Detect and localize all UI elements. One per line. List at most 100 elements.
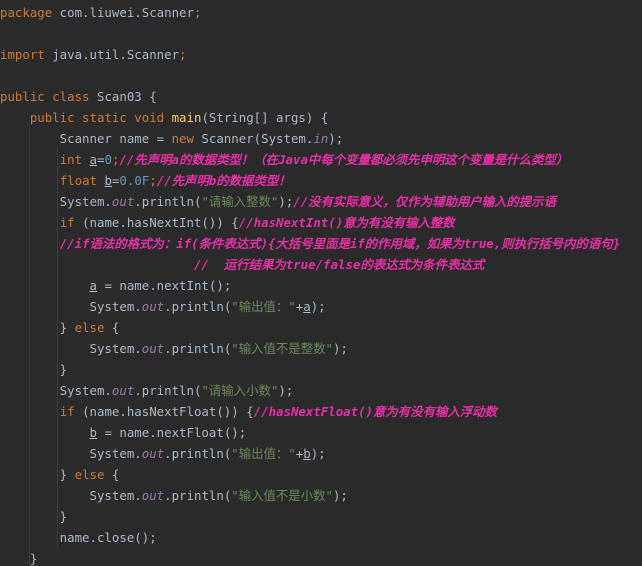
code-token: out: [141, 488, 165, 503]
code-token: (name.hasNextInt()) {: [74, 215, 239, 230]
code-token: else: [74, 320, 105, 335]
code-token: //hasNextFloat()意为有没有输入浮动数: [253, 404, 497, 419]
code-token: ;: [193, 5, 202, 20]
code-token: .println(: [164, 446, 232, 461]
code-line: }: [0, 506, 67, 527]
code-token: "输入值不是整数": [231, 341, 333, 356]
code-token: .println(: [134, 383, 202, 398]
code-token: (name.hasNextFloat()) {: [74, 404, 254, 419]
code-line: //if语法的格式为：if(条件表达式){大括号里面是if的作用域，如果为tru…: [0, 233, 621, 254]
code-token: in: [313, 131, 329, 146]
code-line: public static void main(String[] args) {: [0, 107, 328, 128]
code-line: } else {: [0, 317, 120, 338]
code-token: b: [104, 173, 112, 188]
code-token: System.: [0, 341, 142, 356]
code-token: 0: [104, 152, 112, 167]
code-line: } else {: [0, 464, 120, 485]
code-line: import java.util.Scanner;: [0, 44, 187, 65]
code-line: if (name.hasNextInt()) {//hasNextInt()意为…: [0, 212, 455, 233]
code-token: Scanner name =: [0, 131, 172, 146]
code-token: //先声明a的数据类型！（在Java中每个变量都必须先申明这个变量是什么类型）: [119, 152, 569, 167]
code-line: package com.liuwei.Scanner;: [0, 2, 201, 23]
code-token: System.: [0, 383, 112, 398]
code-token: b: [89, 425, 97, 440]
code-line: System.out.println("请输入整数");//没有实际意义，仅作为…: [0, 191, 556, 212]
code-token: = name.nextFloat();: [97, 425, 247, 440]
code-line: float b=0.0F;//先声明b的数据类型！: [0, 170, 291, 191]
code-token: {: [104, 467, 120, 482]
code-token: int: [59, 152, 83, 167]
code-token: 0.0F: [119, 173, 150, 188]
code-token: = name.nextInt();: [97, 278, 232, 293]
code-line: int a=0;//先声明a的数据类型！（在Java中每个变量都必须先申明这个变…: [0, 149, 568, 170]
code-token: //没有实际意义，仅作为辅助用户输入的提示语: [293, 194, 556, 209]
code-token: public static void: [29, 110, 165, 125]
code-line: System.out.println("输出值："+a);: [0, 296, 326, 317]
code-token: );: [332, 488, 348, 503]
code-line: }: [0, 359, 67, 380]
code-token: System.: [0, 488, 142, 503]
code-token: "请输入整数": [201, 194, 279, 209]
code-token: }: [0, 362, 68, 377]
code-token: System.: [0, 446, 142, 461]
code-token: .println(: [164, 341, 232, 356]
code-token: "请输入小数": [201, 383, 279, 398]
code-token: //hasNextInt()意为有没有输入整数: [238, 215, 455, 230]
code-line: Scanner name = new Scanner(System.in);: [0, 128, 344, 149]
code-token: out: [111, 194, 135, 209]
code-token: import: [0, 47, 45, 62]
code-token: "输入值不是小数": [231, 488, 333, 503]
code-token: .println(: [164, 299, 232, 314]
code-token: );: [310, 446, 326, 461]
code-token: com.liuwei.Scanner: [52, 5, 194, 20]
code-token: (String[] args) {: [201, 110, 329, 125]
code-token: public class: [0, 89, 90, 104]
code-editor[interactable]: package com.liuwei.Scanner; import java.u…: [0, 0, 642, 566]
code-token: ;: [149, 173, 157, 188]
code-token: }: [0, 509, 68, 524]
code-line: b = name.nextFloat();: [0, 422, 247, 443]
code-line: }: [0, 548, 37, 566]
code-token: name.close();: [0, 530, 157, 545]
code-token: a: [89, 278, 97, 293]
code-line: public class Scan03 {: [0, 86, 157, 107]
code-line: name.close();: [0, 527, 157, 548]
code-token: System.: [0, 194, 112, 209]
code-token: a: [303, 299, 311, 314]
code-line: a = name.nextInt();: [0, 275, 232, 296]
code-token: );: [328, 131, 344, 146]
code-token: out: [111, 383, 135, 398]
code-token: a: [89, 152, 98, 167]
code-token: }: [0, 320, 75, 335]
code-token: }: [0, 551, 38, 566]
code-token: );: [310, 299, 326, 314]
code-token: Scanner(System.: [193, 131, 314, 146]
code-token: package: [0, 5, 53, 20]
code-token: else: [74, 467, 105, 482]
code-line: System.out.println("输出值："+b);: [0, 443, 326, 464]
code-line: // 运行结果为true/false的表达式为条件表达式: [0, 254, 484, 275]
code-token: java.util.Scanner: [44, 47, 180, 62]
code-token: .println(: [164, 488, 232, 503]
code-token: if: [59, 404, 75, 419]
code-token: }: [0, 467, 75, 482]
code-token: out: [141, 299, 165, 314]
code-token: out: [141, 446, 165, 461]
code-token: .println(: [134, 194, 202, 209]
code-line: if (name.hasNextFloat()) {//hasNextFloat…: [0, 401, 497, 422]
code-token: System.: [0, 299, 142, 314]
code-token: ;: [179, 47, 187, 62]
code-token: "输出值：": [231, 446, 296, 461]
code-token: if: [59, 215, 75, 230]
code-token: out: [141, 341, 165, 356]
